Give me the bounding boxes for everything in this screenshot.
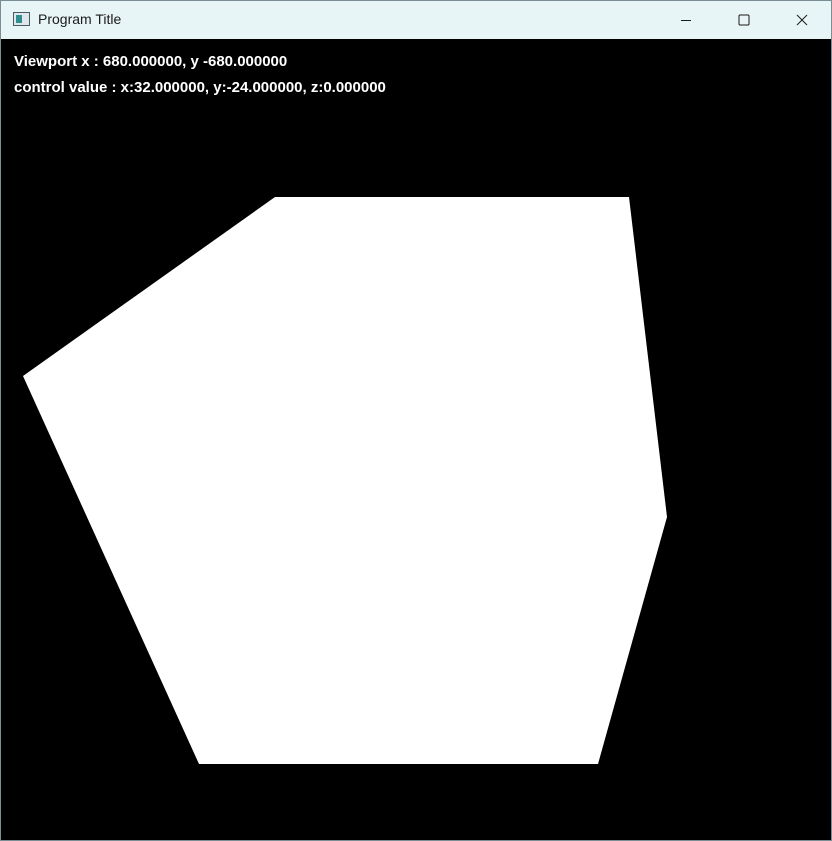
maximize-button[interactable]	[715, 1, 773, 39]
render-canvas	[23, 197, 667, 764]
render-viewport[interactable]: Viewport x : 680.000000, y -680.000000 c…	[1, 39, 831, 840]
white-hexagon-shape	[23, 197, 667, 764]
window-title: Program Title	[38, 11, 122, 27]
maximize-icon	[738, 14, 750, 26]
minimize-button[interactable]	[657, 1, 715, 39]
close-icon	[796, 14, 808, 26]
title-bar[interactable]: Program Title	[1, 1, 831, 39]
app-window: Program Title Viewport x : 680.000000, y…	[0, 0, 832, 841]
close-button[interactable]	[773, 1, 831, 39]
minimize-icon	[681, 20, 691, 21]
app-window-icon	[13, 12, 30, 26]
